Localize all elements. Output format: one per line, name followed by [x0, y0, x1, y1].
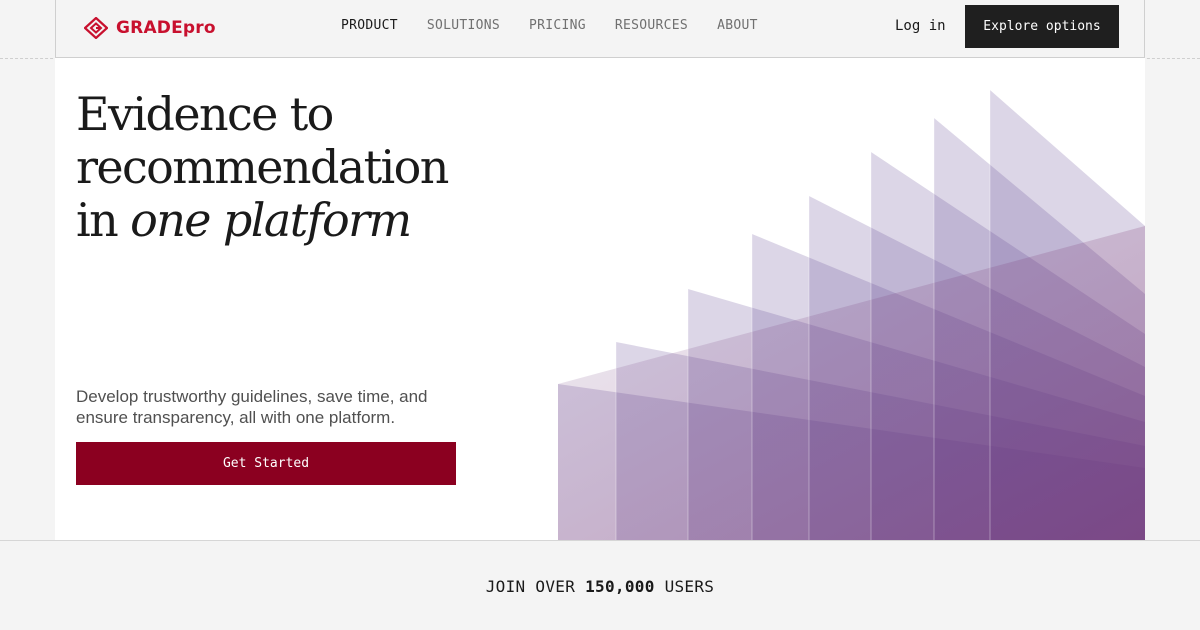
stacked-panels: [558, 90, 1145, 540]
hero-section: Evidence to recommendation in one platfo…: [55, 58, 1145, 540]
brand-name: GRADEpro: [116, 18, 216, 38]
hero-headline: Evidence to recommendation in one platfo…: [76, 87, 449, 247]
hero-subtext: Develop trustworthy guidelines, save tim…: [76, 387, 428, 427]
site-header: GRADEpro PRODUCT SOLUTIONS PRICING RESOU…: [55, 0, 1145, 58]
brand-name-text: GRADEpro: [116, 18, 216, 38]
explore-options-button[interactable]: Explore options: [965, 5, 1119, 48]
brand-logo[interactable]: GRADEpro: [84, 16, 216, 40]
join-suffix: USERS: [664, 577, 715, 596]
headline-line-3-prefix: in: [76, 193, 131, 247]
headline-line-1: Evidence to: [76, 87, 334, 141]
main-nav: PRODUCT SOLUTIONS PRICING RESOURCES ABOU…: [341, 18, 758, 33]
join-prefix: JOIN OVER: [485, 577, 576, 596]
nav-product[interactable]: PRODUCT: [341, 18, 398, 33]
nav-resources[interactable]: RESOURCES: [615, 18, 688, 33]
login-link[interactable]: Log in: [895, 18, 946, 34]
join-banner: JOIN OVER 150,000 USERS: [0, 577, 1200, 596]
join-count: 150,000: [585, 577, 655, 596]
section-divider: [0, 540, 1200, 541]
headline-line-2: recommendation: [76, 140, 449, 194]
get-started-button[interactable]: Get Started: [76, 442, 456, 485]
nav-pricing[interactable]: PRICING: [529, 18, 586, 33]
nav-solutions[interactable]: SOLUTIONS: [427, 18, 500, 33]
headline-emphasis: one platform: [130, 193, 412, 247]
nav-about[interactable]: ABOUT: [717, 18, 758, 33]
diamond-logo-icon: [84, 17, 108, 39]
